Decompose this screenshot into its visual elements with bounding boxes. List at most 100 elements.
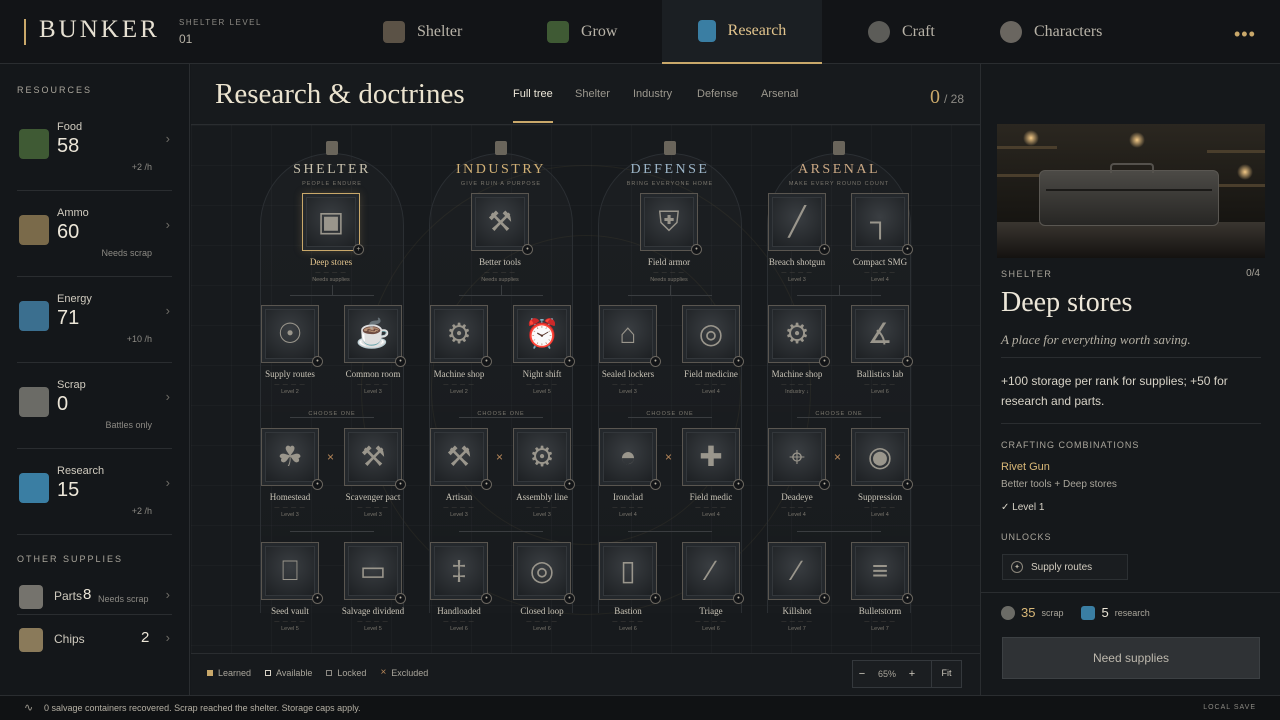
research-node-compact-smg[interactable]: ┐ • (851, 193, 913, 255)
research-node-salvage-dividend[interactable]: ▭ • (344, 542, 406, 604)
research-node-seed-vault[interactable]: ⎕ • (261, 542, 323, 604)
research-main-panel: Research & doctrines Full tree Shelter I… (191, 64, 980, 695)
excluded-cross-icon: × (380, 667, 387, 678)
research-node-bulletstorm[interactable]: ≡ • (851, 542, 913, 604)
nav-tab-grow[interactable]: Grow (547, 0, 617, 64)
divider (191, 653, 980, 654)
resource-food[interactable]: Food 58 +2 /h › (17, 105, 172, 191)
branch-subtitle: PEOPLE ENDURE (302, 181, 362, 187)
plus-icon: + (353, 244, 364, 255)
research-node-killshot[interactable]: ∕ • (768, 542, 830, 604)
research-node-ballistics-lab[interactable]: ∡ • (851, 305, 913, 367)
need-supplies-button[interactable]: Need supplies (1002, 637, 1260, 679)
node-label: Deep stores (309, 257, 353, 267)
branch-emblem-icon (833, 141, 845, 155)
supply-parts[interactable]: Parts 8 Needs scrap › (17, 575, 172, 615)
chevron-right-icon: › (165, 587, 170, 602)
food-crate-icon (19, 129, 49, 159)
resource-rate: Battles only (105, 420, 152, 430)
research-node-handloaded[interactable]: ‡ • (430, 542, 492, 604)
divider (1001, 357, 1261, 358)
research-node-machine-shop[interactable]: ⚙ • (430, 305, 492, 367)
node-item-icon: ⚒ (446, 441, 472, 472)
research-node-common-room[interactable]: ☕ • (344, 305, 406, 367)
research-node-scavenger-pact[interactable]: ⚒ • (344, 428, 406, 490)
research-node-homestead[interactable]: ☘ • (261, 428, 323, 490)
node-item-icon: ◎ (698, 318, 724, 349)
research-node-artisan[interactable]: ⚒ • (430, 428, 492, 490)
tree-connector (459, 295, 543, 296)
research-node-assembly-line[interactable]: ⚙ • (513, 428, 575, 490)
research-node-suppression[interactable]: ◉ • (851, 428, 913, 490)
research-node-deep-stores[interactable]: ▣ + (302, 193, 364, 255)
lock-icon: • (522, 244, 533, 255)
chevron-right-icon: › (165, 630, 170, 645)
lock-icon: • (902, 593, 913, 604)
lock-icon: • (733, 479, 744, 490)
supply-value: 8 (83, 586, 92, 603)
research-tree-canvas[interactable]: SHELTER PEOPLE ENDURE ▣ + Deep stores — — — —… (191, 125, 980, 653)
research-node-closed-loop[interactable]: ◎ • (513, 542, 575, 604)
research-node-ironclad[interactable]: ◓ • (599, 428, 661, 490)
excluded-cross-icon: × (834, 450, 842, 464)
node-item-icon: ▣ (317, 206, 345, 237)
node-frame: ◉ (855, 432, 905, 482)
nav-tab-research[interactable]: Research (662, 0, 822, 64)
research-node-machine-shop[interactable]: ⚙ • (768, 305, 830, 367)
branch-title: ARSENAL (797, 162, 881, 177)
lock-icon: • (733, 593, 744, 604)
characters-icon (1000, 21, 1022, 43)
research-node-field-medicine[interactable]: ◎ • (682, 305, 744, 367)
research-node-triage[interactable]: ∕ • (682, 542, 744, 604)
research-node-breach-shotgun[interactable]: ╱ • (768, 193, 830, 255)
supply-name: Chips (54, 632, 85, 646)
chevron-right-icon: › (165, 475, 170, 490)
resource-scrap[interactable]: Scrap 0 Battles only › (17, 363, 172, 449)
research-node-better-tools[interactable]: ⚒ • (471, 193, 533, 255)
research-node-sealed-lockers[interactable]: ⌂ • (599, 305, 661, 367)
zoom-out-button[interactable]: − (853, 668, 871, 680)
subtab-industry[interactable]: Industry (633, 88, 672, 100)
zoom-level: 65% (877, 669, 896, 679)
resource-energy[interactable]: Energy 71 +10 /h › (17, 277, 172, 363)
research-node-night-shift[interactable]: ⏰ • (513, 305, 575, 367)
node-frame: ⎕ (265, 546, 315, 596)
tree-connector (290, 531, 374, 532)
tree-connector (628, 531, 712, 532)
zoom-in-button[interactable]: + (903, 668, 921, 680)
supply-chips[interactable]: Chips 2 › (17, 618, 172, 658)
compass-icon: ✦ (1011, 561, 1023, 573)
node-item-icon: ◉ (867, 441, 893, 472)
zoom-fit-button[interactable]: Fit (931, 660, 961, 688)
scrap-gear-icon (1001, 605, 1015, 620)
node-item-icon: ⚙ (529, 441, 555, 472)
subtab-defense[interactable]: Defense (697, 88, 738, 100)
research-node-field-medic[interactable]: ✚ • (682, 428, 744, 490)
research-node-bastion[interactable]: ▯ • (599, 542, 661, 604)
node-item-icon: ⎕ (281, 555, 299, 586)
supply-note: Needs scrap (98, 594, 149, 604)
node-label: Field armor (647, 257, 691, 267)
craft-recipe-name[interactable]: Rivet Gun (1001, 461, 1050, 473)
nav-tab-craft[interactable]: Craft (868, 0, 935, 64)
research-vial-icon (1081, 605, 1096, 620)
nav-tab-characters[interactable]: Characters (1000, 0, 1102, 64)
research-progress: 0 / 28 (930, 86, 964, 109)
resource-ammo[interactable]: Ammo 60 Needs scrap › (17, 191, 172, 277)
node-item-icon: ⚒ (487, 206, 513, 237)
subtab-shelter[interactable]: Shelter (575, 88, 610, 100)
research-node-field-armor[interactable]: ⛨ • (640, 193, 702, 255)
research-node-deadeye[interactable]: ⌖ • (768, 428, 830, 490)
resource-research[interactable]: Research 15 +2 /h › (17, 449, 172, 535)
node-item-icon: ☘ (277, 441, 303, 472)
unlock-supply-routes[interactable]: ✦ Supply routes (1002, 554, 1128, 580)
subtab-arsenal[interactable]: Arsenal (761, 88, 798, 100)
tree-connector (501, 285, 502, 295)
research-node-supply-routes[interactable]: ☉ • (261, 305, 323, 367)
more-menu-button[interactable]: ••• (1234, 24, 1256, 45)
node-rank-pips: — — — — (864, 505, 896, 511)
subtab-full-tree[interactable]: Full tree (513, 88, 553, 100)
branch-emblem-icon (664, 141, 676, 155)
nav-tab-shelter[interactable]: Shelter (383, 0, 462, 64)
chevron-right-icon: › (165, 217, 170, 232)
